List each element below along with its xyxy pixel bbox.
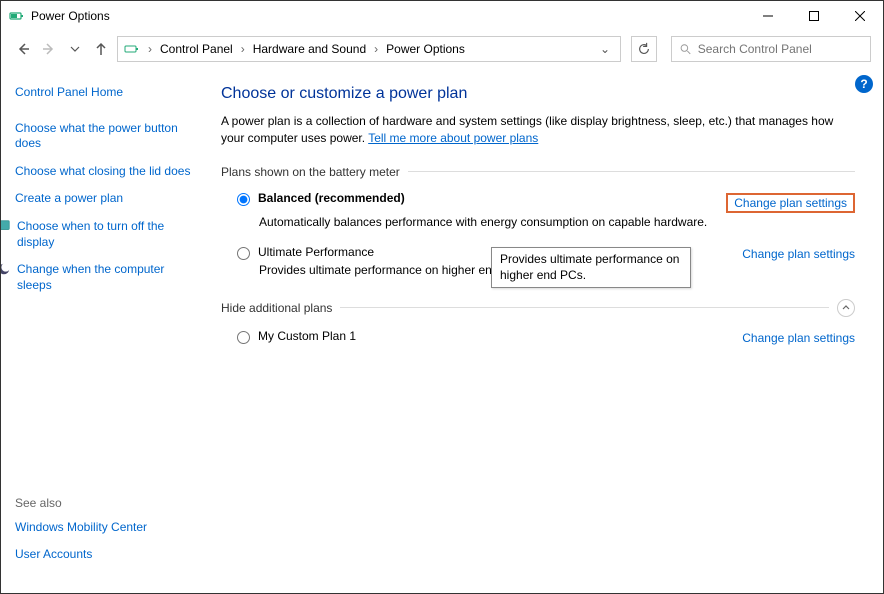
page-heading: Choose or customize a power plan [221,85,855,103]
back-button[interactable] [13,39,33,59]
breadcrumb-mid[interactable]: Hardware and Sound [249,40,370,58]
breadcrumb-leaf[interactable]: Power Options [382,40,469,58]
see-also-mobility-link[interactable]: Windows Mobility Center [15,520,147,536]
see-also-heading: See also [15,496,147,510]
change-plan-settings-custom1[interactable]: Change plan settings [742,331,855,345]
collapse-button[interactable] [837,299,855,317]
see-also-accounts-link[interactable]: User Accounts [15,547,147,563]
sidebar-lid-link[interactable]: Choose what closing the lid does [15,164,197,180]
plans-section-label: Plans shown on the battery meter [221,165,400,179]
recent-dropdown[interactable] [65,39,85,59]
up-button[interactable] [91,39,111,59]
minimize-button[interactable] [745,1,791,31]
search-icon [680,43,692,56]
sidebar-create-plan-link[interactable]: Create a power plan [15,191,197,207]
battery-icon [9,8,25,24]
maximize-button[interactable] [791,1,837,31]
intro-text: A power plan is a collection of hardware… [221,113,855,147]
sidebar-power-button-link[interactable]: Choose what the power button does [15,121,197,152]
plan-desc-balanced: Automatically balances performance with … [221,215,855,229]
change-plan-settings-balanced[interactable]: Change plan settings [726,193,855,213]
plan-radio-balanced[interactable] [237,193,250,206]
chevron-right-icon: › [146,42,154,56]
sidebar-display-off-link[interactable]: Choose when to turn off the display [17,219,197,250]
window-title: Power Options [31,9,745,23]
close-button[interactable] [837,1,883,31]
address-bar[interactable]: › Control Panel › Hardware and Sound › P… [117,36,621,62]
control-panel-home-link[interactable]: Control Panel Home [15,85,197,101]
hide-additional-label[interactable]: Hide additional plans [221,301,332,315]
plan-name-custom1: My Custom Plan 1 [258,329,734,343]
shield-icon [0,219,11,233]
chevron-right-icon: › [372,42,380,56]
address-dropdown[interactable]: ⌄ [596,42,614,56]
sidebar-sleep-link[interactable]: Change when the computer sleeps [17,262,197,293]
refresh-button[interactable] [631,36,657,62]
divider [340,307,829,308]
search-input[interactable] [698,42,862,56]
change-plan-settings-ultimate[interactable]: Change plan settings [742,247,855,261]
plan-radio-custom1[interactable] [237,331,250,344]
plan-radio-ultimate[interactable] [237,247,250,260]
learn-more-link[interactable]: Tell me more about power plans [368,131,538,145]
plan-name-balanced: Balanced (recommended) [258,191,718,205]
chevron-right-icon: › [239,42,247,56]
divider [408,171,855,172]
tooltip: Provides ultimate performance on higher … [491,247,691,288]
moon-icon [0,262,11,276]
control-panel-icon [124,41,140,57]
forward-button[interactable] [39,39,59,59]
breadcrumb-root[interactable]: Control Panel [156,40,237,58]
search-box[interactable] [671,36,871,62]
